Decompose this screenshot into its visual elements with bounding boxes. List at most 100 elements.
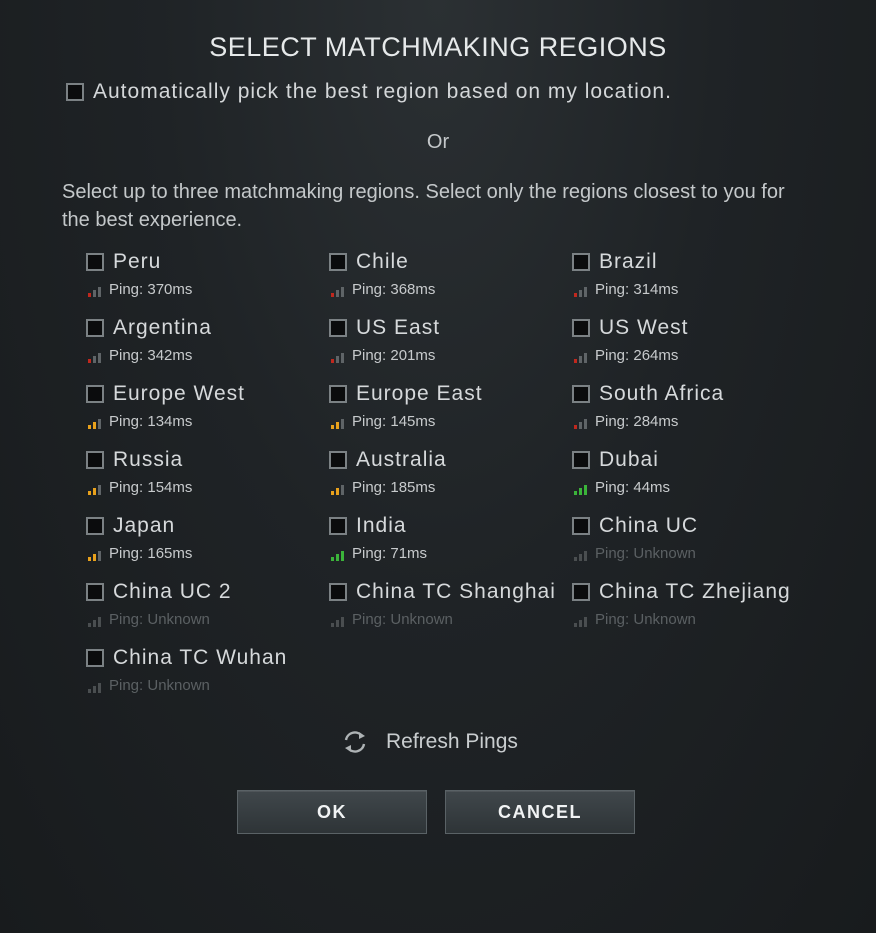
signal-bars-icon xyxy=(331,551,351,561)
region-option-australia[interactable]: Australia Ping: 185ms xyxy=(329,448,569,508)
region-name: China TC Wuhan xyxy=(113,646,288,669)
ping-text: Ping: 165ms xyxy=(109,545,193,562)
signal-bars-icon xyxy=(574,551,594,561)
region-checkbox[interactable] xyxy=(572,319,590,337)
region-name-row: China TC Wuhan xyxy=(86,646,326,670)
region-checkbox[interactable] xyxy=(329,385,347,403)
ping-row: Ping: 201ms xyxy=(331,348,569,363)
region-checkbox[interactable] xyxy=(86,451,104,469)
instructions-text: Select up to three matchmaking regions. … xyxy=(62,181,785,231)
region-checkbox[interactable] xyxy=(86,583,104,601)
page-title: SELECT MATCHMAKING REGIONS xyxy=(209,32,667,62)
ping-row: Ping: 314ms xyxy=(574,282,812,297)
region-option-argentina[interactable]: Argentina Ping: 342ms xyxy=(86,316,326,376)
ping-row: Ping: Unknown xyxy=(88,678,326,693)
region-checkbox[interactable] xyxy=(572,517,590,535)
region-name-row: Japan xyxy=(86,514,326,538)
region-option-brazil[interactable]: Brazil Ping: 314ms xyxy=(572,250,812,310)
ok-button[interactable]: OK xyxy=(237,790,427,834)
region-checkbox[interactable] xyxy=(86,319,104,337)
region-option-china-uc[interactable]: China UC Ping: Unknown xyxy=(572,514,812,574)
region-checkbox[interactable] xyxy=(329,319,347,337)
region-option-china-tc-shanghai[interactable]: China TC Shanghai Ping: Unknown xyxy=(329,580,569,640)
region-name: US East xyxy=(356,316,441,339)
region-name: Australia xyxy=(356,448,447,471)
ping-row: Ping: 44ms xyxy=(574,480,812,495)
ping-row: Ping: 342ms xyxy=(88,348,326,363)
region-checkbox[interactable] xyxy=(329,517,347,535)
region-name-row: China TC Shanghai xyxy=(329,580,569,604)
region-checkbox[interactable] xyxy=(572,583,590,601)
region-name: China TC Zhejiang xyxy=(599,580,791,603)
region-option-europe-east[interactable]: Europe East Ping: 145ms xyxy=(329,382,569,442)
region-name: Russia xyxy=(113,448,184,471)
ping-row: Ping: 145ms xyxy=(331,414,569,429)
region-name-row: Argentina xyxy=(86,316,326,340)
region-option-chile[interactable]: Chile Ping: 368ms xyxy=(329,250,569,310)
region-checkbox[interactable] xyxy=(86,253,104,271)
ping-text: Ping: 185ms xyxy=(352,479,436,496)
ping-row: Ping: 71ms xyxy=(331,546,569,561)
ping-text: Ping: 264ms xyxy=(595,347,679,364)
region-name-row: Brazil xyxy=(572,250,812,274)
cancel-button[interactable]: CANCEL xyxy=(445,790,635,834)
ping-text: Ping: 314ms xyxy=(595,281,679,298)
region-option-russia[interactable]: Russia Ping: 154ms xyxy=(86,448,326,508)
ping-text: Ping: 145ms xyxy=(352,413,436,430)
region-option-peru[interactable]: Peru Ping: 370ms xyxy=(86,250,326,310)
region-checkbox[interactable] xyxy=(572,253,590,271)
region-name-row: US West xyxy=(572,316,812,340)
region-name: Peru xyxy=(113,250,162,273)
ping-row: Ping: 368ms xyxy=(331,282,569,297)
region-checkbox[interactable] xyxy=(329,253,347,271)
ping-row: Ping: 165ms xyxy=(88,546,326,561)
region-name: Japan xyxy=(113,514,176,537)
signal-bars-icon xyxy=(88,683,108,693)
region-name: Dubai xyxy=(599,448,659,471)
ping-row: Ping: Unknown xyxy=(574,612,812,627)
signal-bars-icon xyxy=(574,353,594,363)
region-option-south-africa[interactable]: South Africa Ping: 284ms xyxy=(572,382,812,442)
region-name-row: India xyxy=(329,514,569,538)
region-option-japan[interactable]: Japan Ping: 165ms xyxy=(86,514,326,574)
ping-text: Ping: 284ms xyxy=(595,413,679,430)
region-option-us-east[interactable]: US East Ping: 201ms xyxy=(329,316,569,376)
signal-bars-icon xyxy=(331,287,351,297)
region-name-row: Australia xyxy=(329,448,569,472)
region-name-row: US East xyxy=(329,316,569,340)
refresh-pings-button[interactable]: Refresh Pings xyxy=(340,727,518,757)
region-option-europe-west[interactable]: Europe West Ping: 134ms xyxy=(86,382,326,442)
region-checkbox[interactable] xyxy=(86,517,104,535)
ping-text: Ping: 71ms xyxy=(352,545,428,562)
ping-text: Ping: Unknown xyxy=(595,545,696,562)
region-name-row: Europe West xyxy=(86,382,326,406)
region-option-china-tc-wuhan[interactable]: China TC Wuhan Ping: Unknown xyxy=(86,646,326,706)
auto-pick-checkbox[interactable] xyxy=(66,83,84,101)
region-name-row: Dubai xyxy=(572,448,812,472)
region-name: South Africa xyxy=(599,382,725,405)
region-name-row: Peru xyxy=(86,250,326,274)
or-label: Or xyxy=(426,131,450,153)
region-checkbox[interactable] xyxy=(572,451,590,469)
region-checkbox[interactable] xyxy=(329,583,347,601)
signal-bars-icon xyxy=(331,617,351,627)
region-option-china-uc-2[interactable]: China UC 2 Ping: Unknown xyxy=(86,580,326,640)
region-checkbox[interactable] xyxy=(572,385,590,403)
ping-text: Ping: Unknown xyxy=(109,677,210,694)
region-name: Argentina xyxy=(113,316,212,339)
region-checkbox[interactable] xyxy=(86,385,104,403)
signal-bars-icon xyxy=(331,485,351,495)
auto-pick-row[interactable]: Automatically pick the best region based… xyxy=(66,80,672,104)
region-option-dubai[interactable]: Dubai Ping: 44ms xyxy=(572,448,812,508)
region-name-row: China UC 2 xyxy=(86,580,326,604)
region-checkbox[interactable] xyxy=(329,451,347,469)
region-option-india[interactable]: India Ping: 71ms xyxy=(329,514,569,574)
region-name: China TC Shanghai xyxy=(356,580,556,603)
region-name-row: Europe East xyxy=(329,382,569,406)
region-name: US West xyxy=(599,316,689,339)
ping-row: Ping: Unknown xyxy=(574,546,812,561)
region-option-china-tc-zhejiang[interactable]: China TC Zhejiang Ping: Unknown xyxy=(572,580,812,640)
region-checkbox[interactable] xyxy=(86,649,104,667)
region-name: Europe East xyxy=(356,382,483,405)
region-option-us-west[interactable]: US West Ping: 264ms xyxy=(572,316,812,376)
